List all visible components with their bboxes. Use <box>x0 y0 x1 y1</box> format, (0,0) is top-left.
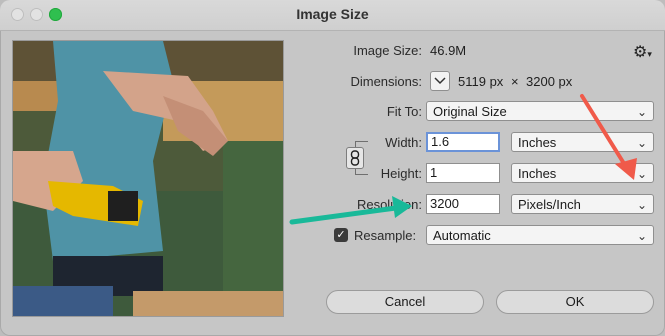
fit-to-label: Fit To: <box>386 104 422 119</box>
resample-label: Resample: <box>354 228 417 243</box>
width-input[interactable]: 1.6 <box>426 132 500 152</box>
width-label: Width: <box>385 135 422 150</box>
dimensions-label: Dimensions: <box>350 74 422 89</box>
resample-value: Automatic <box>433 228 491 243</box>
chevron-down-icon: ⌄ <box>636 167 647 181</box>
width-unit-value: Inches <box>518 135 557 150</box>
height-label: Height: <box>380 166 422 181</box>
resample-checkbox[interactable]: ✓ <box>334 228 348 242</box>
resolution-label: Resolution: <box>356 197 422 212</box>
titlebar: Image Size <box>0 0 665 31</box>
width-unit-select[interactable]: Inches ⌄ <box>511 132 654 152</box>
height-input[interactable]: 1 <box>426 163 500 183</box>
height-unit-value: Inches <box>518 166 557 181</box>
chevron-down-icon <box>434 77 446 85</box>
dimensions-width-value: 5119 px <box>458 74 504 89</box>
image-size-dialog: Image Size Image Size: 46.9M ⚙︎▾ Dimensi… <box>0 0 665 336</box>
dimensions-separator: × <box>511 74 519 89</box>
image-size-value: 46.9M <box>430 43 467 58</box>
ok-button[interactable]: OK <box>496 290 654 314</box>
dimensions-height-value: 3200 px <box>526 74 573 89</box>
gear-icon[interactable]: ⚙︎▾ <box>633 42 652 62</box>
window-title: Image Size <box>296 6 369 22</box>
resolution-input[interactable]: 3200 <box>426 194 500 214</box>
resample-select[interactable]: Automatic ⌄ <box>426 225 654 245</box>
checkmark-icon: ✓ <box>336 229 346 241</box>
resolution-unit-value: Pixels/Inch <box>518 197 581 212</box>
image-size-label: Image Size: <box>353 43 422 58</box>
dimensions-units-button[interactable] <box>430 71 450 91</box>
cancel-button[interactable]: Cancel <box>326 290 484 314</box>
height-unit-select[interactable]: Inches ⌄ <box>511 163 654 183</box>
chevron-down-icon: ⌄ <box>636 229 647 243</box>
chevron-down-icon: ⌄ <box>636 105 647 119</box>
fit-to-select[interactable]: Original Size ⌄ <box>426 101 654 121</box>
resolution-unit-select[interactable]: Pixels/Inch ⌄ <box>511 194 654 214</box>
chevron-down-icon: ⌄ <box>636 198 647 212</box>
fit-to-value: Original Size <box>433 104 507 119</box>
image-preview[interactable] <box>12 40 284 317</box>
chevron-down-icon: ⌄ <box>636 136 647 150</box>
preview-photo <box>13 41 283 316</box>
